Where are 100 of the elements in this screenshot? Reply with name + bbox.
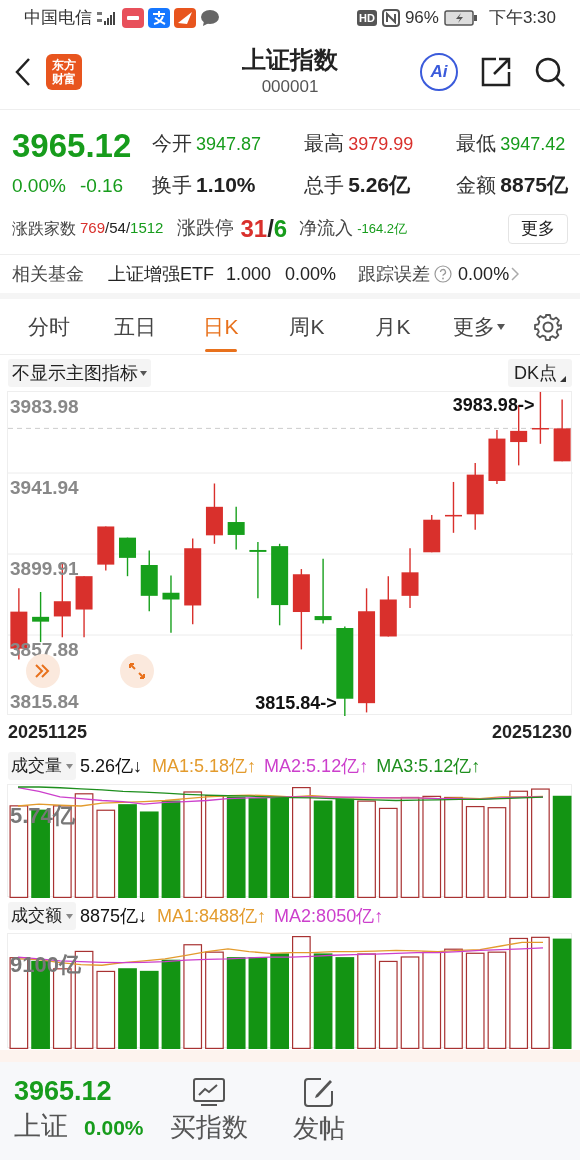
candlestick	[553, 398, 571, 463]
candlestick	[75, 575, 93, 638]
stat-label: 最高	[304, 131, 345, 156]
period-tab[interactable]: 月K	[350, 299, 436, 354]
moving-average-label: MA1:5.18亿↑	[152, 754, 257, 778]
candlestick	[379, 575, 397, 638]
search-icon[interactable]	[534, 56, 566, 88]
moving-average-label: MA1:8488亿↑	[157, 904, 267, 928]
edit-icon	[304, 1077, 334, 1107]
price-marker-label: 3983.98->	[452, 394, 535, 416]
candlestick	[445, 481, 462, 534]
date-label: 20251230	[491, 720, 572, 744]
current-price: 3965.12	[12, 126, 133, 166]
clock-time: 下午3:30	[488, 6, 556, 29]
app-icon	[174, 7, 196, 28]
candlestick	[97, 525, 115, 572]
bottom-nav-item[interactable]: 买指数	[154, 1078, 264, 1144]
fund-name: 上证增强ETF	[108, 262, 214, 286]
fund-price: 1.000	[226, 262, 272, 286]
stat-value: 3979.99	[348, 133, 414, 156]
inflow-value: -164.2亿	[357, 219, 408, 238]
bottom-price: 3965.12	[14, 1075, 113, 1106]
hd-badge: HD	[357, 9, 377, 26]
stat-value: 8875亿	[500, 171, 568, 198]
moving-average-label: MA2:5.12亿↑	[264, 754, 369, 778]
help-icon[interactable]	[434, 265, 453, 283]
moving-average-label: MA3:5.12亿↑	[376, 754, 481, 778]
caret-icon	[66, 763, 73, 769]
bottom-change-percent: 0.00%	[84, 1114, 144, 1141]
date-label: 20251125	[8, 720, 88, 744]
y-axis-label: 3941.94	[10, 477, 79, 499]
volume-value: 5.26亿↓	[80, 754, 143, 778]
candlestick	[205, 482, 223, 545]
indicator-dropdown[interactable]: 不显示主图指标	[8, 359, 151, 387]
period-tab[interactable]: 分时	[6, 299, 92, 354]
stat-value: 3947.42	[500, 133, 566, 156]
corner-caret-icon	[560, 376, 566, 382]
settings-icon[interactable]	[534, 312, 562, 341]
change-value: -0.16	[79, 174, 124, 198]
stat-label: 金额	[456, 172, 497, 198]
period-tab[interactable]: 五日	[92, 299, 178, 354]
signal-icon	[96, 9, 118, 26]
bottom-nav-item[interactable]: 发帖	[264, 1077, 374, 1145]
moving-average-label: MA2:8050亿↑	[274, 904, 384, 928]
candlestick	[401, 547, 419, 609]
candlestick	[32, 591, 50, 643]
battery-icon	[443, 9, 478, 26]
related-fund-row[interactable]: 相关基金 上证增强ETF 1.000 0.00% 跟踪误差 0.00%	[0, 255, 580, 299]
candlestick	[227, 506, 245, 551]
collapse-button-icon[interactable]	[26, 654, 60, 688]
volume-type-dropdown[interactable]: 成交量	[8, 752, 76, 780]
volume-type-dropdown[interactable]: 成交额	[8, 902, 76, 930]
page-title: 上证指数	[242, 45, 338, 75]
pay-app-icon	[148, 7, 170, 28]
limit-label: 涨跌停	[177, 216, 235, 241]
fund-change: 0.00%	[285, 262, 337, 286]
stat-label: 总手	[304, 172, 345, 198]
message-icon	[200, 8, 220, 27]
stat-value: 1.10%	[196, 171, 256, 198]
caret-icon	[497, 323, 505, 330]
breadth-value: 769/54/1512	[80, 218, 164, 239]
candlestick	[314, 557, 332, 625]
dk-button[interactable]: DK点	[508, 359, 572, 387]
y-axis-label: 3983.98	[10, 396, 79, 418]
stat-value: 5.26亿	[348, 171, 410, 198]
expand-icon[interactable]	[120, 654, 154, 688]
share-icon[interactable]	[480, 56, 512, 88]
stat-label: 换手	[152, 172, 192, 198]
y-axis-label: 3815.84	[10, 691, 79, 713]
candlestick	[423, 514, 441, 553]
battery-percent: 96%	[404, 6, 439, 29]
app-logo: 东方 财富	[46, 54, 82, 90]
period-tab[interactable]: 周K	[264, 299, 350, 354]
stat-label: 今开	[152, 131, 192, 156]
tracking-error-value: 0.00%	[458, 262, 510, 286]
ai-button[interactable]: Ai	[420, 53, 458, 91]
inflow-label: 净流入	[299, 217, 354, 240]
breadth-label: 涨跌家数	[12, 218, 76, 239]
candlestick	[140, 549, 158, 612]
carrier-name: 中国电信	[24, 6, 92, 29]
back-icon[interactable]	[14, 57, 32, 87]
change-percent: 0.00%	[12, 174, 66, 198]
candlestick	[119, 536, 136, 577]
fund-label: 相关基金	[12, 262, 84, 286]
candlestick	[488, 429, 506, 485]
tracking-error-label: 跟踪误差	[358, 262, 431, 286]
caret-icon	[66, 913, 73, 919]
period-tab[interactable]: 更多	[436, 299, 522, 354]
more-button[interactable]: 更多	[508, 213, 568, 244]
stat-value: 3947.87	[196, 133, 262, 156]
stat-label: 最低	[456, 131, 497, 156]
app-icon	[122, 7, 144, 28]
volume-value: 8875亿↓	[80, 904, 148, 928]
candlestick	[249, 541, 267, 600]
price-marker-label: 3815.84->	[255, 692, 337, 714]
chart-screen-icon	[193, 1078, 225, 1106]
caret-icon	[140, 370, 147, 376]
candlestick	[162, 574, 180, 634]
chevron-right-icon	[511, 267, 520, 281]
limit-value: 31/6	[240, 213, 288, 244]
